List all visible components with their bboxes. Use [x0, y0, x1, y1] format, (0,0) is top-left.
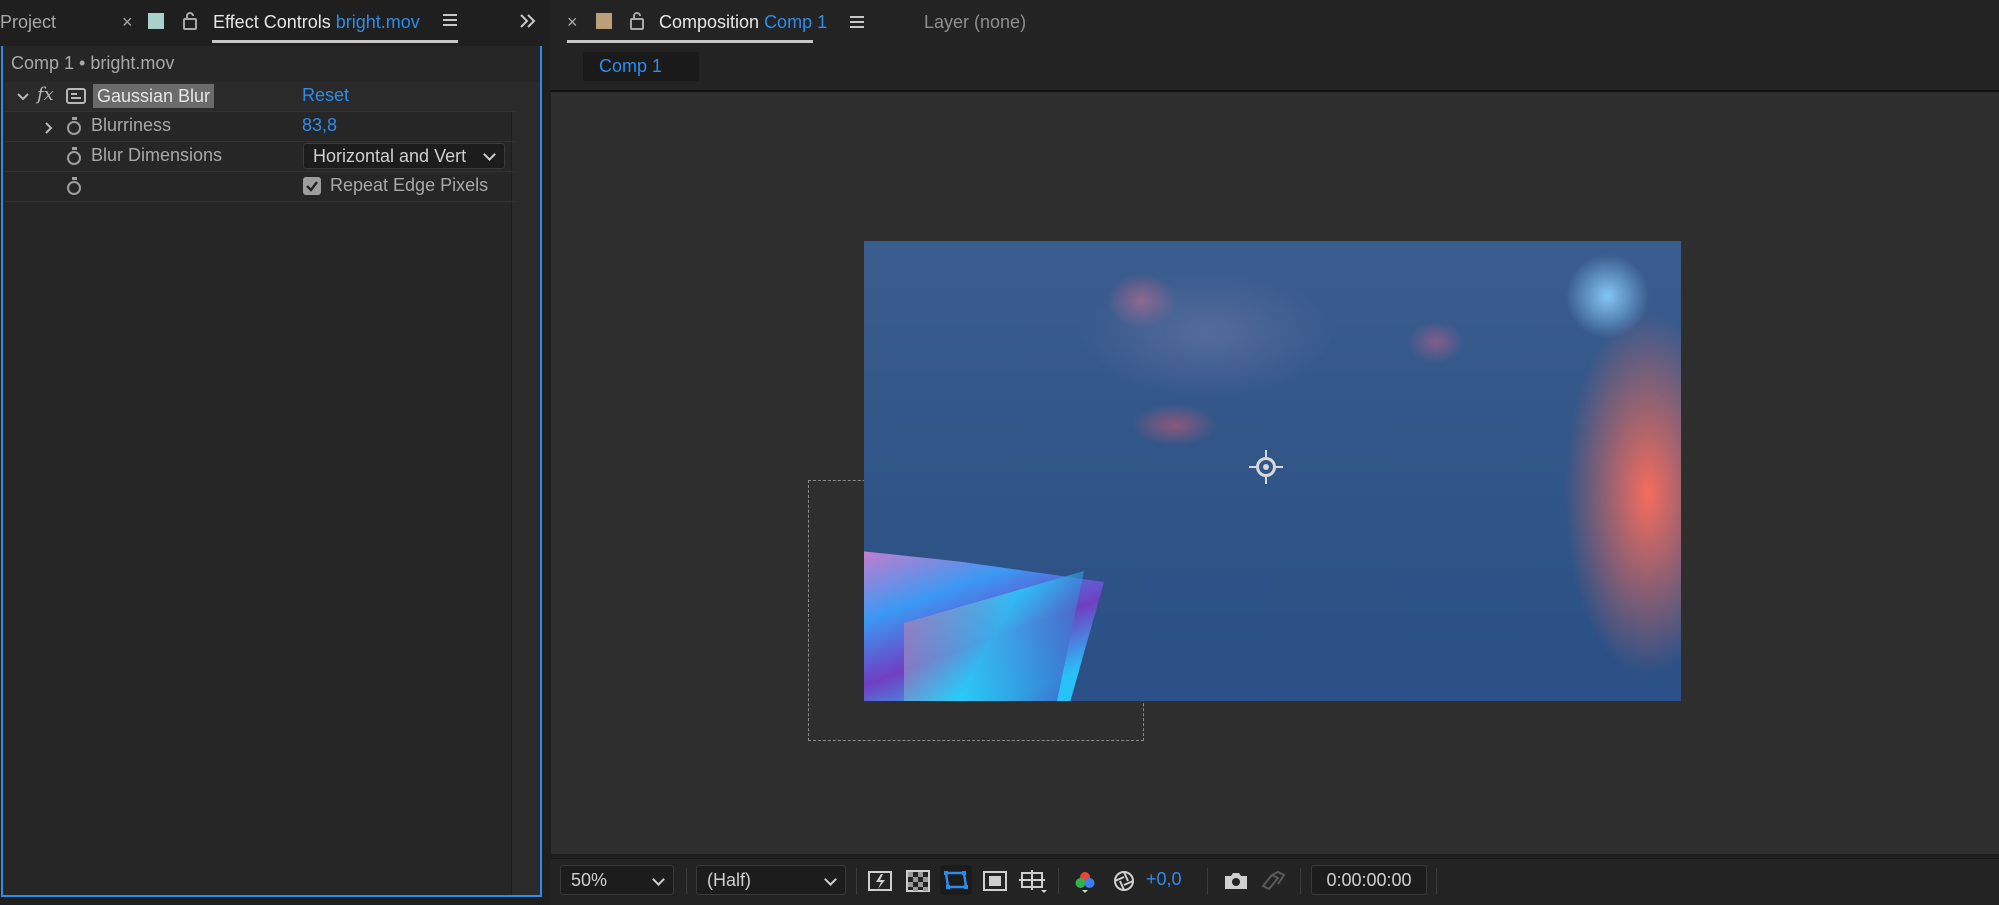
anchor-arm: [1249, 466, 1256, 468]
blurriness-value[interactable]: 83,8: [302, 115, 337, 136]
anchor-point-icon[interactable]: [1256, 457, 1276, 477]
tab-project[interactable]: Project: [0, 12, 56, 33]
exposure-value[interactable]: +0,0: [1146, 869, 1182, 890]
lock-icon[interactable]: [629, 11, 645, 31]
channels-icon[interactable]: [1073, 870, 1097, 893]
toolbar-separator: [686, 868, 687, 894]
timecode-value: 0:00:00:00: [1326, 870, 1412, 890]
param-row-repeat-edge: Repeat Edge Pixels: [5, 172, 515, 202]
stopwatch-icon[interactable]: [67, 177, 81, 195]
effect-preset-icon: [66, 87, 86, 105]
collapse-chevron-icon[interactable]: [16, 88, 30, 102]
repeat-edge-label: Repeat Edge Pixels: [330, 175, 489, 195]
zoom-dropdown[interactable]: 50%: [560, 865, 674, 895]
fast-previews-icon[interactable]: [868, 870, 892, 892]
composition-tab-name: Comp 1: [764, 12, 828, 32]
chevron-down-icon: [824, 873, 837, 886]
tab-composition[interactable]: Composition Comp 1: [659, 12, 827, 33]
anchor-arm: [1265, 450, 1267, 457]
composition-tab-label: Composition: [659, 12, 760, 32]
repeat-edge-checkbox[interactable]: [303, 177, 321, 195]
resolution-value: (Half): [707, 870, 751, 890]
fx-icon[interactable]: fx: [37, 84, 54, 105]
param-label-blurriness: Blurriness: [91, 115, 172, 135]
transparency-grid-icon[interactable]: [906, 870, 930, 892]
breadcrumb: Comp 1 • bright.mov: [11, 53, 175, 73]
reset-link[interactable]: Reset: [302, 85, 349, 106]
comp-swatch-icon: [596, 13, 612, 29]
param-label-blur-dimensions: Blur Dimensions: [91, 145, 223, 165]
chevron-down-icon: [652, 873, 665, 886]
lock-icon[interactable]: [182, 11, 198, 31]
toolbar-separator: [1300, 868, 1301, 894]
effect-swatch-icon: [148, 13, 164, 29]
comp-subtab[interactable]: Comp 1: [583, 52, 699, 81]
active-tab-underline: [212, 40, 458, 43]
chevron-down-icon: [483, 148, 496, 161]
left-panel-tab-strip: Project × Effect Controls bright.mov: [0, 0, 544, 46]
stopwatch-icon[interactable]: [67, 117, 81, 135]
effect-controls-tab-file: bright.mov: [335, 12, 420, 32]
timecode-field[interactable]: 0:00:00:00: [1311, 865, 1427, 895]
panel-scrollbar[interactable]: [511, 82, 540, 895]
exposure-reset-icon[interactable]: [1112, 870, 1136, 892]
resolution-dropdown[interactable]: (Half): [696, 865, 846, 895]
composition-header: × Composition Comp 1 Layer (none) Comp 1: [551, 0, 1999, 92]
mask-visibility-icon[interactable]: [940, 865, 972, 895]
overflow-chevrons-icon[interactable]: [518, 11, 538, 31]
expand-chevron-icon[interactable]: [43, 119, 55, 134]
show-snapshot-icon[interactable]: [1260, 870, 1286, 892]
close-tab-icon[interactable]: ×: [567, 12, 578, 33]
toolbar-separator: [1436, 868, 1437, 894]
blur-dimensions-value: Horizontal and Vert: [313, 146, 467, 166]
comp-subtab-label: Comp 1: [599, 56, 663, 76]
region-of-interest-icon[interactable]: [983, 870, 1007, 892]
toolbar-separator: [856, 868, 857, 894]
param-row-blur-dimensions: Blur Dimensions Horizontal and Vert: [5, 142, 515, 172]
tab-effect-controls[interactable]: Effect Controls bright.mov: [213, 12, 420, 33]
blur-dimensions-dropdown[interactable]: Horizontal and Vert: [303, 143, 505, 169]
panel-menu-icon[interactable]: [442, 12, 458, 28]
effect-header-row: fx Gaussian Blur Reset: [5, 82, 515, 112]
zoom-value: 50%: [571, 870, 608, 890]
effect-controls-panel: Comp 1 • bright.mov fx Gaussian Blur Res…: [1, 46, 542, 897]
effect-controls-tab-label: Effect Controls: [213, 12, 331, 32]
active-tab-underline: [567, 40, 813, 43]
effect-name[interactable]: Gaussian Blur: [93, 84, 215, 108]
toolbar-separator: [1207, 868, 1208, 894]
anchor-arm: [1276, 466, 1283, 468]
close-tab-icon[interactable]: ×: [122, 12, 133, 33]
param-row-blurriness: Blurriness 83,8: [5, 112, 515, 142]
snapshot-camera-icon[interactable]: [1223, 870, 1247, 892]
tab-layer[interactable]: Layer (none): [924, 12, 1026, 33]
grid-guides-icon[interactable]: [1019, 870, 1047, 893]
panel-menu-icon[interactable]: [849, 14, 865, 30]
anchor-arm: [1265, 477, 1267, 484]
toolbar-separator: [1058, 868, 1059, 894]
stopwatch-icon[interactable]: [67, 147, 81, 165]
